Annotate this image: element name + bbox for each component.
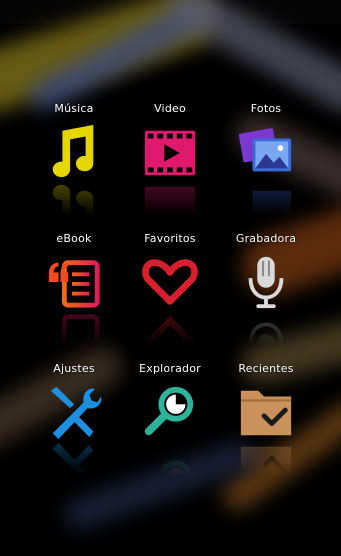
folder-check-reflection	[240, 446, 292, 492]
app-grid: Música Video Fotos eBook Favoritos Graba…	[0, 92, 341, 496]
search-icon	[144, 386, 194, 436]
app-tile-grabadora[interactable]: Grabadora	[216, 222, 316, 366]
app-label: Ajustes	[53, 362, 95, 375]
wrench-screwdriver-reflection	[52, 442, 102, 494]
app-label: Grabadora	[235, 232, 297, 245]
music-note-icon	[52, 124, 94, 178]
app-tile-explorador[interactable]: Explorador	[120, 352, 220, 496]
heart-icon	[142, 259, 198, 305]
app-tile-fotos[interactable]: Fotos	[216, 92, 316, 224]
app-label: Fotos	[250, 102, 282, 115]
app-label: Video	[154, 102, 186, 115]
app-tile-video[interactable]: Video	[120, 92, 220, 232]
ebook-icon	[48, 260, 100, 308]
app-tile-ajustes[interactable]: Ajustes	[24, 352, 124, 494]
wrench-screwdriver-icon	[50, 386, 102, 440]
app-label: Favoritos	[144, 232, 196, 245]
app-tile-favoritos[interactable]: Favoritos	[120, 222, 220, 363]
app-label: eBook	[56, 232, 92, 245]
photos-icon	[238, 128, 292, 172]
microphone-icon	[248, 256, 284, 309]
film-strip-icon	[144, 130, 196, 176]
app-tile-musica[interactable]: Música	[24, 92, 124, 238]
app-label: Explorador	[139, 362, 201, 375]
app-label: Música	[54, 102, 94, 115]
app-tile-ebook[interactable]: eBook	[24, 222, 124, 362]
app-label: Recientes	[238, 362, 294, 375]
folder-check-icon	[240, 390, 292, 436]
search-reflection	[158, 460, 194, 496]
app-tile-recientes[interactable]: Recientes	[216, 352, 316, 492]
